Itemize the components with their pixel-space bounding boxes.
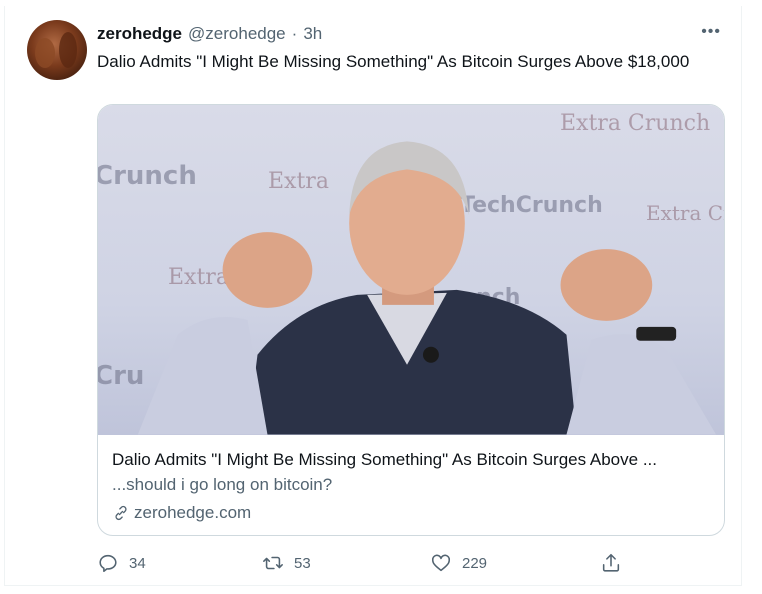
retweet-button[interactable]: 53 (262, 552, 311, 574)
tweet[interactable]: zerohedge @zerohedge · 3h ••• Dalio Admi… (4, 6, 742, 586)
person-photo (137, 141, 717, 435)
reply-count: 34 (129, 554, 146, 572)
more-icon[interactable]: ••• (701, 24, 721, 40)
link-card[interactable]: Crunch Extra TechCrunch Extra Cr Extra E… (97, 104, 725, 536)
card-title[interactable]: Dalio Admits "I Might Be Missing Somethi… (112, 449, 710, 471)
avatar[interactable] (27, 20, 87, 80)
heart-icon (431, 554, 451, 572)
reply-icon (99, 554, 117, 573)
separator-dot: · (291, 24, 298, 43)
share-icon (602, 553, 620, 572)
retweet-count: 53 (294, 554, 311, 572)
link-icon (115, 505, 127, 521)
retweet-icon (263, 556, 283, 570)
reply-button[interactable]: 34 (97, 552, 146, 574)
like-count: 229 (462, 554, 488, 572)
domain-text: zerohedge.com (134, 503, 252, 522)
like-button[interactable]: 229 (430, 552, 487, 574)
tweet-text: Dalio Admits "I Might Be Missing Somethi… (97, 52, 690, 71)
card-description: ...should i go long on bitcoin? (112, 475, 333, 494)
author-name[interactable]: zerohedge (97, 24, 182, 44)
share-button[interactable] (600, 552, 622, 574)
card-image[interactable]: Crunch Extra TechCrunch Extra Cr Extra E… (98, 105, 724, 435)
tweet-header: zerohedge @zerohedge · 3h (97, 24, 322, 48)
author-handle[interactable]: @zerohedge (188, 24, 286, 44)
card-domain[interactable]: zerohedge.com (112, 501, 710, 525)
timestamp[interactable]: 3h (303, 24, 322, 44)
action-bar: 34 53 229 (97, 552, 637, 580)
